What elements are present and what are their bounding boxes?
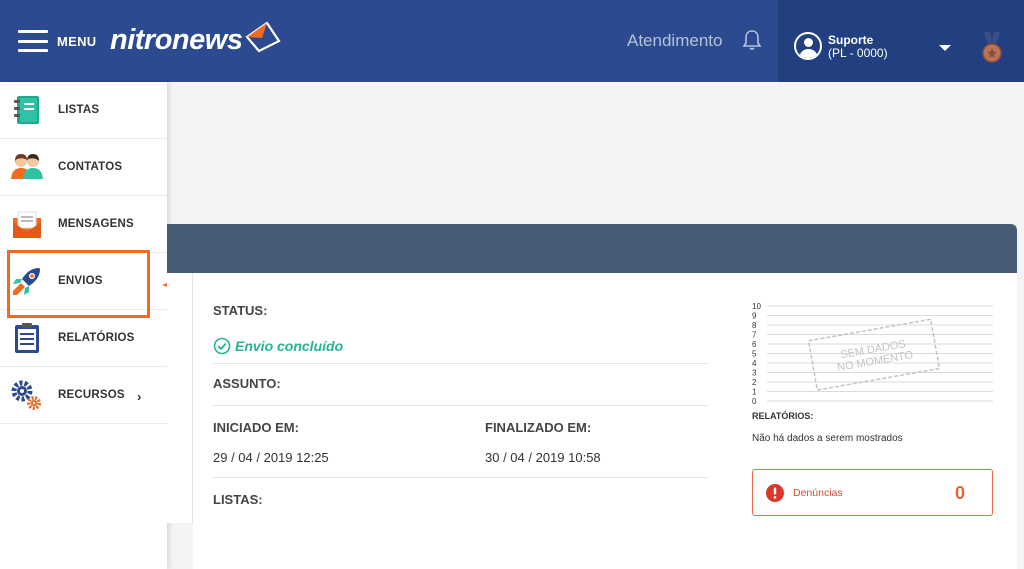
sidebar-item-contatos[interactable]: CONTATOS <box>0 139 167 196</box>
assunto-label: ASSUNTO: <box>213 376 281 391</box>
envelope-logo-icon <box>245 21 282 53</box>
y-tick-label: 3 <box>752 369 757 378</box>
sidebar: LISTAS CONTATOS MENSAGENS ENVIOS RELATÓR… <box>0 82 167 569</box>
y-tick-label: 5 <box>752 350 757 359</box>
logo-text: nitronews <box>110 23 243 56</box>
logo[interactable]: nitronews <box>110 21 282 58</box>
menu-label: MENU <box>57 33 97 49</box>
iniciado-label: INICIADO EM: <box>213 420 299 435</box>
menu-button[interactable]: MENU <box>18 28 98 54</box>
reports-chart: 109876543210SEM DADOSNO MOMENTO <box>752 302 993 405</box>
notebook-icon <box>14 96 39 124</box>
alert-icon <box>766 484 784 502</box>
finalizado-value: 30 / 04 / 2019 10:58 <box>485 450 601 465</box>
y-tick-label: 1 <box>752 388 757 397</box>
y-tick-label: 6 <box>752 340 757 349</box>
gears-icon <box>11 380 41 410</box>
check-circle-icon <box>213 337 231 355</box>
sidebar-item-mensagens[interactable]: MENSAGENS <box>0 196 167 253</box>
highlight-annotation <box>7 250 150 318</box>
y-tick-label: 2 <box>752 378 757 387</box>
clipboard-icon <box>15 323 39 353</box>
user-dropdown-caret-icon[interactable] <box>939 45 951 51</box>
user-code: (PL - 0000) <box>828 46 888 60</box>
y-tick-label: 7 <box>752 331 757 340</box>
finalizado-label: FINALIZADO EM: <box>485 420 592 435</box>
sidebar-item-listas[interactable]: LISTAS <box>0 82 167 139</box>
medal-icon[interactable] <box>980 32 1004 64</box>
hamburger-icon <box>18 30 48 52</box>
y-tick-label: 0 <box>752 397 757 405</box>
sidebar-item-label: RECURSOS <box>58 389 125 401</box>
reports-message: Não há dados a serem mostrados <box>752 433 903 444</box>
details-panel-edge <box>167 273 193 523</box>
no-data-stamp: SEM DADOSNO MOMENTO <box>807 318 941 391</box>
sidebar-item-label: MENSAGENS <box>58 218 134 230</box>
y-tick-label: 8 <box>752 321 757 330</box>
user-name[interactable]: Suporte <box>828 34 873 46</box>
status-value: Envio concluído <box>213 337 343 355</box>
status-label: STATUS: <box>213 303 268 318</box>
sidebar-item-recursos[interactable]: RECURSOS › <box>0 367 167 424</box>
divider <box>213 477 708 478</box>
sidebar-item-label: CONTATOS <box>58 161 123 173</box>
y-tick-label: 9 <box>752 312 757 321</box>
user-avatar-icon[interactable] <box>794 32 822 60</box>
denuncias-card[interactable]: Denúncias 0 <box>752 469 993 516</box>
status-text: Envio concluído <box>235 338 344 354</box>
divider <box>213 405 708 406</box>
denuncias-count: 0 <box>955 483 966 503</box>
chevron-right-icon: › <box>137 389 142 404</box>
denuncias-label: Denúncias <box>793 487 843 499</box>
listas-label: LISTAS: <box>213 492 263 507</box>
content-header <box>167 224 1017 273</box>
atendimento-link[interactable]: Atendimento <box>627 31 722 51</box>
sidebar-item-label: LISTAS <box>58 104 100 116</box>
reports-label: RELATÓRIOS: <box>752 411 814 421</box>
y-tick-label: 4 <box>752 359 757 368</box>
divider <box>213 363 708 364</box>
sidebar-item-relatorios[interactable]: RELATÓRIOS <box>0 310 167 367</box>
bell-icon[interactable] <box>742 29 762 51</box>
envelope-icon <box>13 211 41 238</box>
y-tick-label: 10 <box>752 302 761 311</box>
iniciado-value: 29 / 04 / 2019 12:25 <box>213 450 329 465</box>
sidebar-item-label: RELATÓRIOS <box>58 332 135 344</box>
contacts-icon <box>11 154 43 179</box>
